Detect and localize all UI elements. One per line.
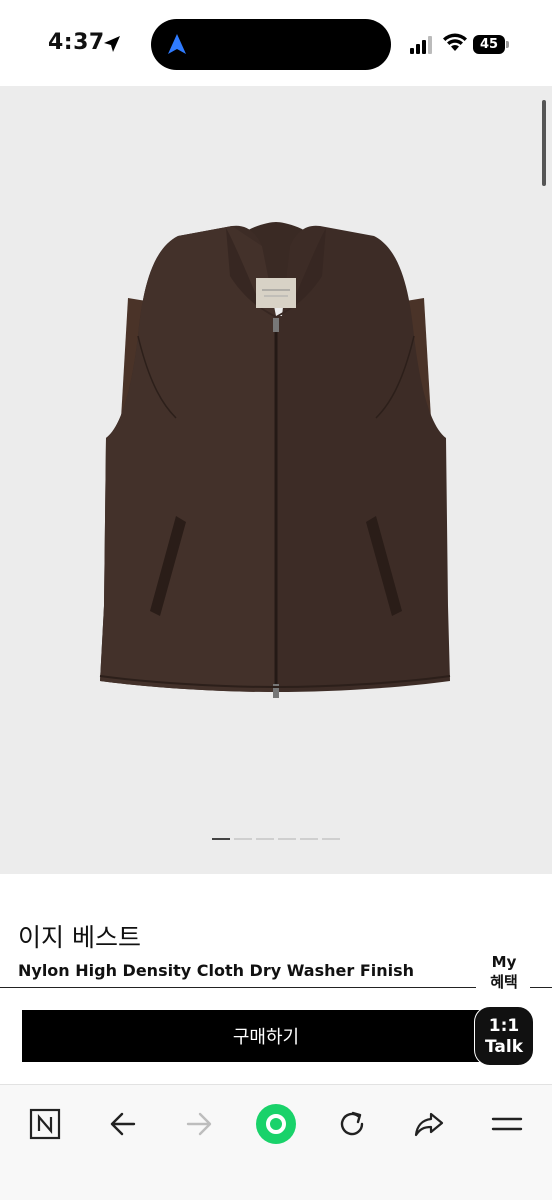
buy-button[interactable]: 구매하기 [22,1010,510,1062]
pager-dot-5[interactable] [300,838,318,840]
green-dot-button[interactable] [253,1101,299,1147]
product-title: 이지 베스트 [18,923,141,952]
status-bar: 4:37 45 [0,0,552,86]
my-benefit-line2: 혜택 [490,973,518,991]
divider-right [530,987,552,988]
location-arrow-icon [104,36,120,52]
menu-icon [491,1117,523,1131]
back-arrow-icon [110,1112,136,1136]
battery-level: 45 [473,35,505,54]
my-benefit-button[interactable]: My 혜택 [478,952,530,992]
pager-dot-4[interactable] [278,838,296,840]
talk-line2: Talk [484,1037,523,1057]
product-image-carousel[interactable] [0,86,552,874]
my-benefit-line1: My [491,953,517,971]
naver-home-button[interactable] [22,1101,68,1147]
forward-arrow-icon [186,1112,212,1136]
forward-button[interactable] [176,1101,222,1147]
back-button[interactable] [100,1101,146,1147]
dynamic-island [151,19,391,70]
pager-dot-1[interactable] [212,838,230,840]
green-record-icon [256,1104,296,1144]
menu-button[interactable] [484,1101,530,1147]
cellular-signal-icon [410,36,432,54]
pager-dot-2[interactable] [234,838,252,840]
pager-dot-6[interactable] [322,838,340,840]
status-time: 4:37 [48,30,105,55]
pager-dot-3[interactable] [256,838,274,840]
talk-line1: 1:1 [488,1016,520,1036]
image-pager [212,838,340,840]
image-scrollbar[interactable] [542,100,546,186]
product-subtitle: Nylon High Density Cloth Dry Washer Fini… [18,961,415,980]
wifi-icon [443,33,467,51]
reload-button[interactable] [329,1101,375,1147]
vest-photo[interactable] [0,86,552,874]
divider [0,987,476,988]
one-to-one-talk-button[interactable]: 1:1 Talk [474,1006,534,1066]
battery-icon: 45 [473,35,509,54]
naver-n-icon [29,1108,61,1140]
share-icon [414,1112,444,1137]
reload-icon [340,1111,364,1136]
navigation-arrow-icon [168,34,186,54]
browser-toolbar [0,1084,552,1200]
battery-tip [506,41,509,48]
share-button[interactable] [406,1101,452,1147]
